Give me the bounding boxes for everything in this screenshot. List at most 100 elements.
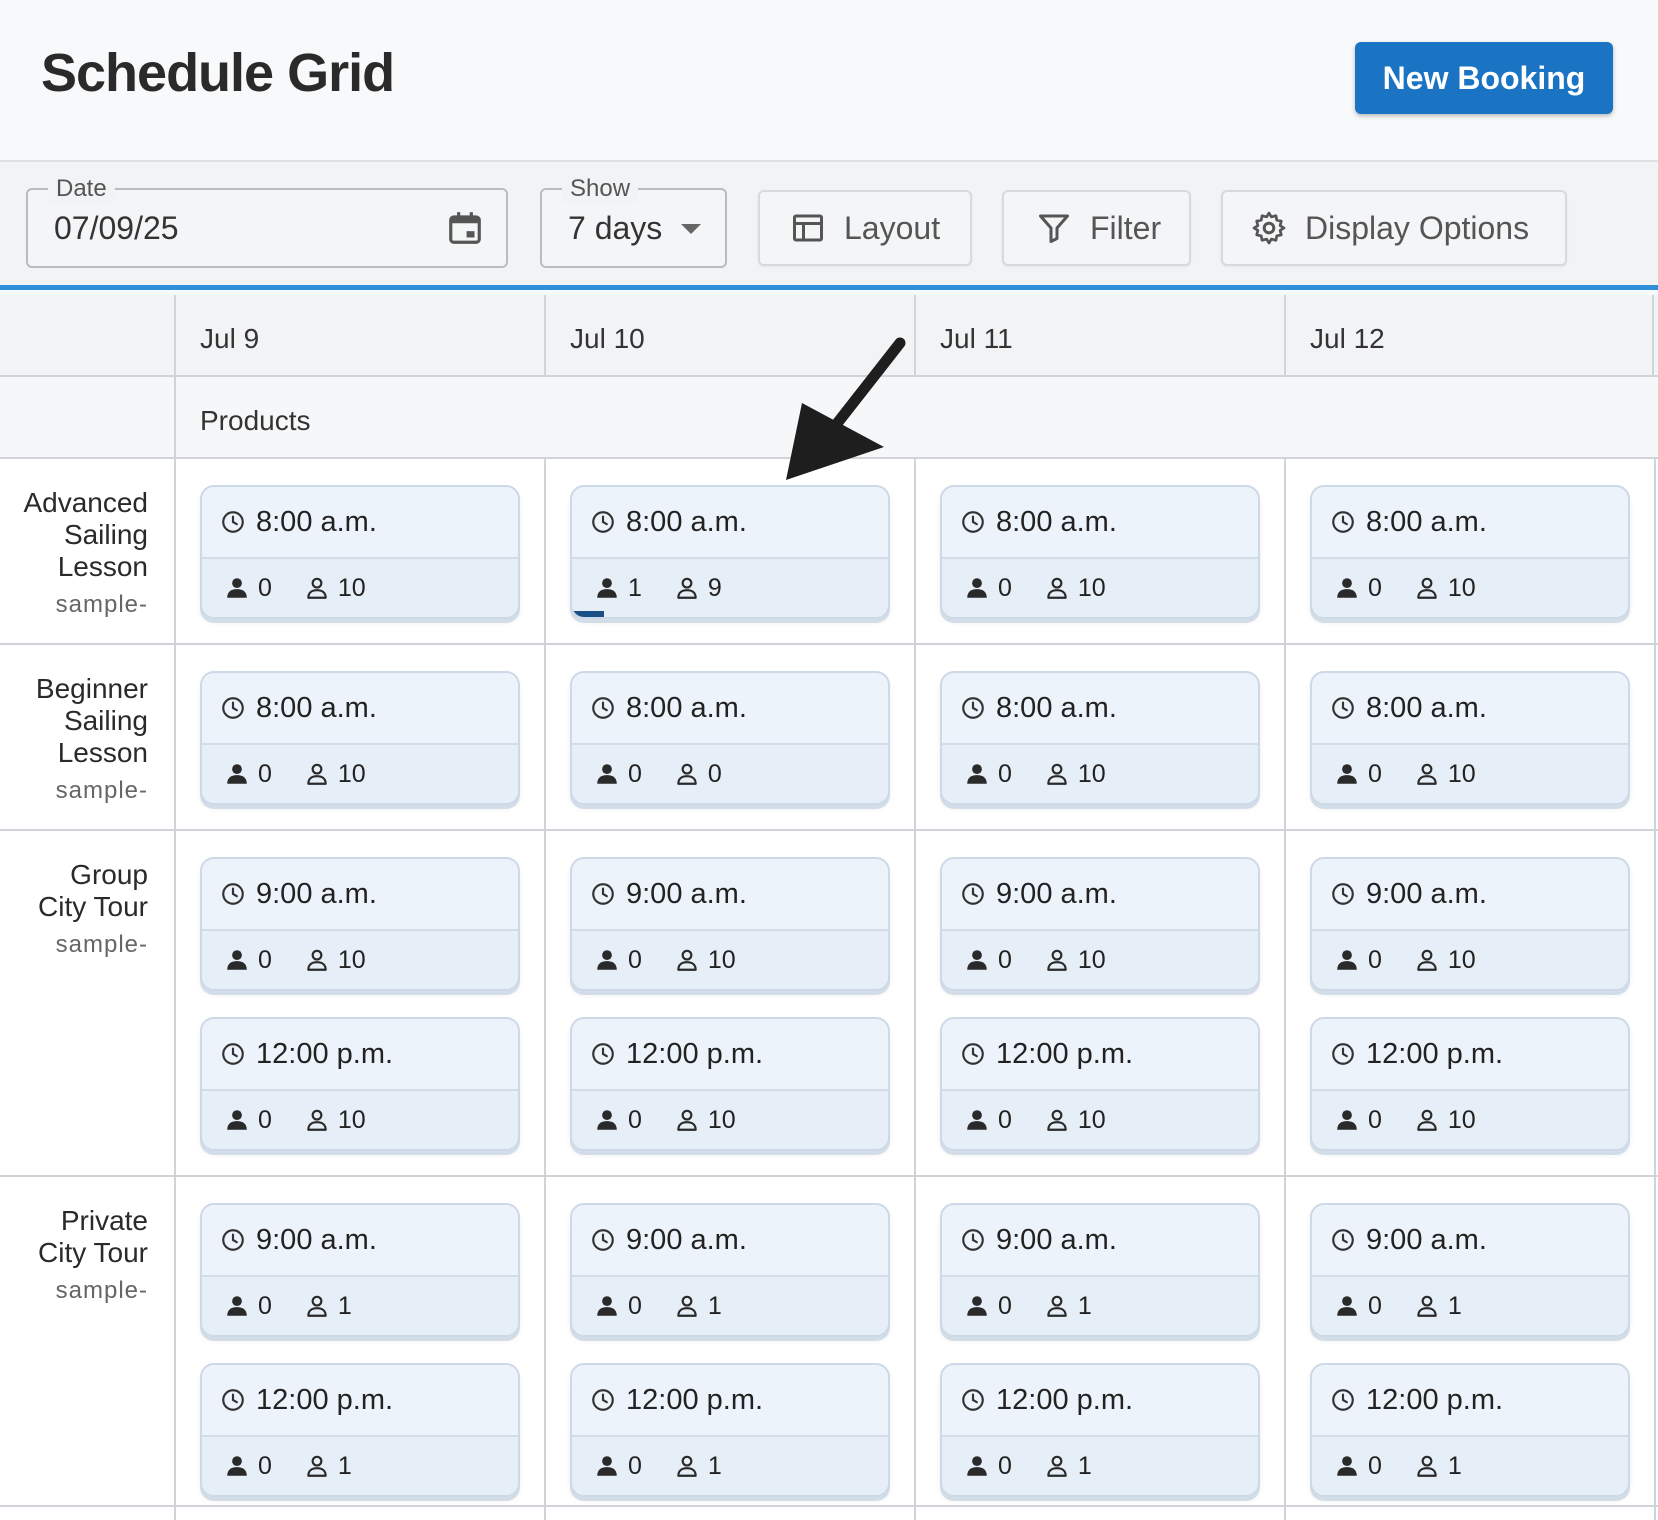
page-title: Schedule Grid [41,43,395,103]
product-label: Beginner Sailing Lesson sample- [0,645,174,805]
booking-progress-bar [572,611,604,617]
display-options-button-label: Display Options [1305,209,1530,246]
clock-icon [222,511,244,533]
timeslot-time-row: 8:00 a.m. [572,673,888,745]
timeslot-card[interactable]: 12:00 p.m. 0 10 [940,1017,1260,1151]
timeslot-card[interactable]: 9:00 a.m. 0 1 [200,1203,520,1337]
available-count: 10 [1077,1105,1106,1134]
timeslot-card[interactable]: 8:00 a.m. 0 10 [940,671,1260,805]
new-booking-button[interactable]: New Booking [1355,42,1613,114]
show-select[interactable]: Show 7 days [540,175,727,268]
timeslot-card[interactable]: 12:00 p.m. 0 10 [200,1017,520,1151]
available-count: 10 [1447,573,1476,602]
person-filled-icon [227,764,247,784]
timeslot-card[interactable]: 8:00 a.m. 0 10 [1310,485,1630,619]
timeslot-card[interactable]: 12:00 p.m. 0 1 [1310,1363,1630,1497]
timeslot-card[interactable]: 9:00 a.m. 0 10 [1310,857,1630,991]
timeslot-time-row: 8:00 a.m. [202,673,518,745]
timeslot-card[interactable]: 12:00 p.m. 0 10 [570,1017,890,1151]
timeslot-card[interactable]: 8:00 a.m. 0 0 [570,671,890,805]
timeslot-card[interactable]: 9:00 a.m. 0 1 [570,1203,890,1337]
available-count: 1 [337,1451,352,1480]
timeslot-card[interactable]: 12:00 p.m. 0 10 [1310,1017,1630,1151]
person-outline-icon [1417,763,1437,785]
timeslot-time: 8:00 a.m. [256,505,377,538]
timeslot-time-row: 9:00 a.m. [942,859,1258,931]
timeslot-card[interactable]: 9:00 a.m. 0 10 [200,857,520,991]
timeslot-time-row: 9:00 a.m. [1312,1205,1628,1277]
person-filled-icon [1337,578,1357,598]
booked-count: 0 [258,1451,272,1480]
timeslot-card[interactable]: 9:00 a.m. 0 10 [940,857,1260,991]
person-outline-icon [677,763,697,785]
booked-count: 0 [1368,759,1382,788]
product-code: sample- [55,777,148,804]
timeslot-card[interactable]: 9:00 a.m. 0 1 [1310,1203,1630,1337]
page-header: Schedule Grid New Booking [0,0,1658,162]
display-options-button[interactable]: Display Options [1221,190,1567,266]
timeslot-capacity-row: 0 10 [1312,559,1628,617]
timeslot-time-row: 12:00 p.m. [1312,1365,1628,1437]
timeslot-card[interactable]: 12:00 p.m. 0 1 [940,1363,1260,1497]
product-row: Beginner Sailing Lesson sample- 8:00 a.m. 0 10… [0,645,1658,831]
person-outline-icon [1047,1109,1067,1131]
column-header: Jul 12 [1284,295,1654,377]
available-count: 10 [337,1105,366,1134]
available-count: 10 [1447,759,1476,788]
booked-count: 0 [258,1105,272,1134]
caret-down-icon [681,224,701,234]
timeslot-capacity-row: 0 10 [202,745,518,803]
booked-count: 0 [628,1291,642,1320]
product-code: sample- [55,931,148,958]
person-filled-icon [227,950,247,970]
timeslot-card[interactable]: 8:00 a.m. 0 10 [940,485,1260,619]
booked-count: 0 [1368,945,1382,974]
calendar-icon[interactable] [446,208,484,248]
clock-icon [962,1043,984,1065]
show-select-value: 7 days [568,210,663,246]
person-outline-icon [1047,949,1067,971]
timeslot-time-row: 9:00 a.m. [202,1205,518,1277]
timeslot-capacity-row: 0 10 [942,559,1258,617]
booked-count: 0 [258,1291,272,1320]
date-field[interactable]: Date 07/09/25 [26,175,508,268]
booked-count: 0 [258,759,272,788]
available-count: 10 [337,945,366,974]
column-header: Jul 11 [914,295,1284,377]
timeslot-card[interactable]: 8:00 a.m. 1 9 [570,485,890,619]
booked-count: 0 [258,945,272,974]
available-count: 1 [337,1291,352,1320]
annotation-arrow [786,337,906,480]
timeslot-capacity-row: 01 [1312,1437,1628,1495]
clock-icon [962,1389,984,1411]
person-outline-icon [307,1455,327,1477]
layout-button[interactable]: Layout [758,190,972,266]
column-divider [1284,459,1286,1520]
timeslot-card[interactable]: 8:00 a.m. 0 10 [200,671,520,805]
booked-count: 0 [998,573,1012,602]
timeslot-time: 12:00 p.m. [996,1383,1134,1416]
timeslot-card[interactable]: 8:00 a.m. 0 10 [200,485,520,619]
filter-button[interactable]: Filter [1002,190,1191,266]
product-name-line: Sailing [63,705,148,736]
product-row: Group City Tour sample- 9:00 a.m. 0 10 12:00 p… [0,831,1658,1177]
timeslot-capacity-row: 0 10 [202,931,518,989]
timeslot-time: 9:00 a.m. [626,877,747,910]
timeslot-card[interactable]: 12:00 p.m. 0 1 [200,1363,520,1497]
timeslot-capacity-row: 01 [942,1437,1258,1495]
timeslot-capacity-row: 0 10 [1312,745,1628,803]
timeslot-card[interactable]: 12:00 p.m. 0 1 [570,1363,890,1497]
clock-icon [1332,1229,1354,1251]
timeslot-card[interactable]: 8:00 a.m. 0 10 [1310,671,1630,805]
available-count: 10 [1447,945,1476,974]
person-filled-icon [227,1296,247,1316]
available-count: 10 [337,573,366,602]
timeslot-card[interactable]: 9:00 a.m. 0 1 [940,1203,1260,1337]
person-filled-icon [967,764,987,784]
booked-count: 0 [998,1291,1012,1320]
timeslot-card[interactable]: 9:00 a.m. 0 10 [570,857,890,991]
clock-icon [592,1229,614,1251]
booked-count: 0 [1368,573,1382,602]
person-outline-icon [1047,1295,1067,1317]
available-count: 1 [1447,1451,1462,1480]
